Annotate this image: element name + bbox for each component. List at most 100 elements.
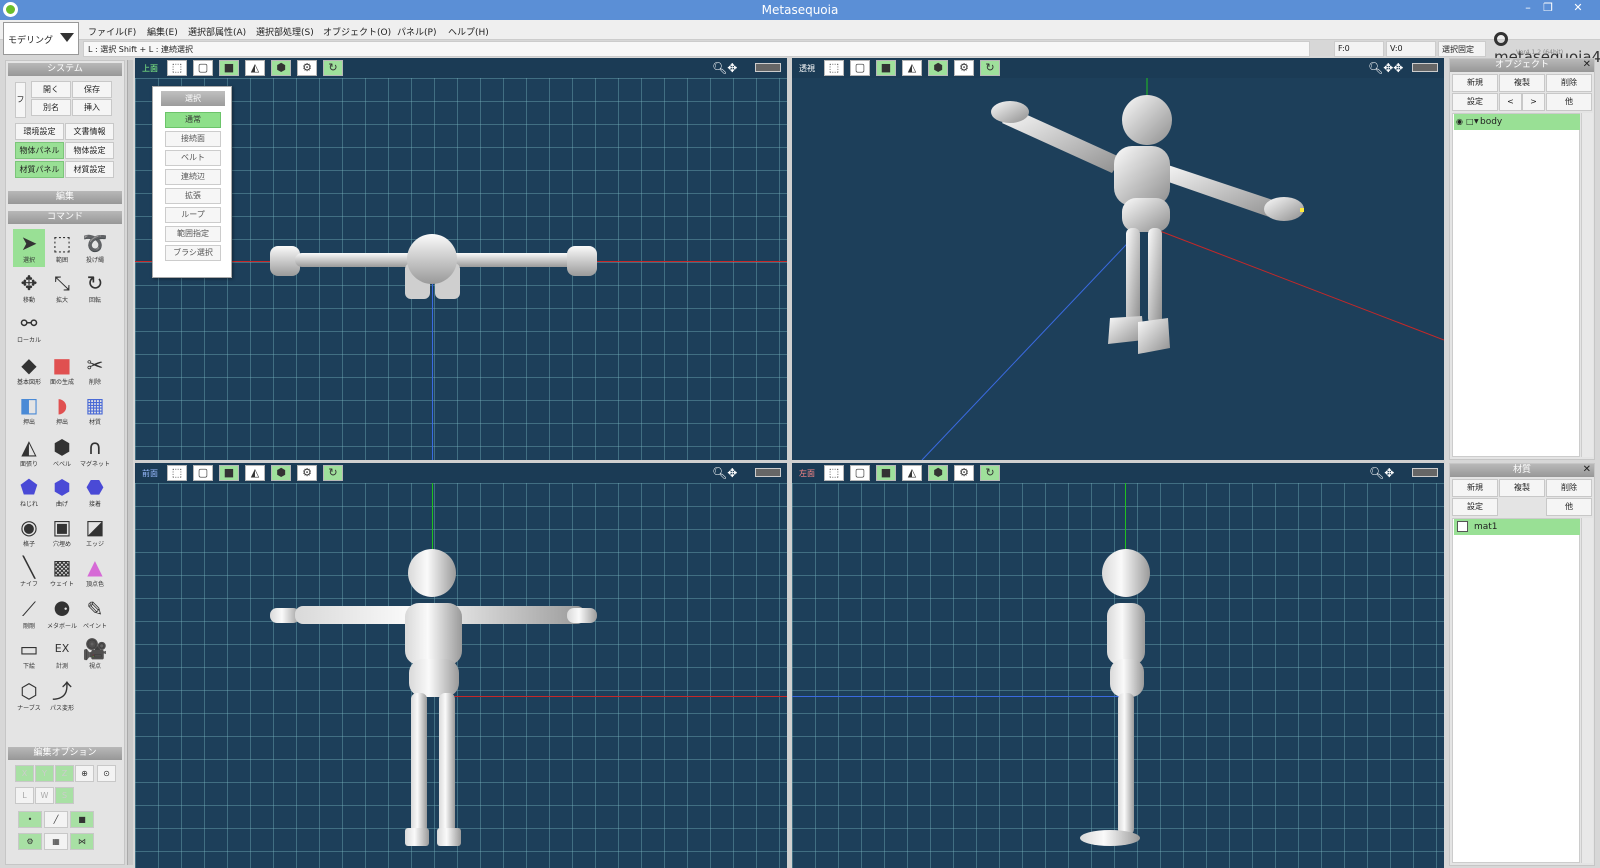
insert-button[interactable]: 挿入 <box>72 99 112 116</box>
grid-mode-icon[interactable]: ▦ <box>44 833 68 850</box>
open-button[interactable]: 開く <box>31 81 71 98</box>
material-settings-button[interactable]: 材質設定 <box>65 161 114 178</box>
tool-nurbs[interactable]: ⬡ ナーブス <box>13 677 45 715</box>
solid-face-icon[interactable]: ■ <box>876 465 896 481</box>
material-other-button[interactable]: 他 <box>1546 498 1592 516</box>
texture-icon[interactable]: ◭ <box>902 60 922 76</box>
tool-move[interactable]: ✥ 移動 <box>13 269 45 307</box>
top-view-label[interactable]: 上面 <box>140 63 160 74</box>
eye-icon[interactable]: ◉ <box>1456 114 1463 130</box>
solid-face-icon[interactable]: ■ <box>219 465 239 481</box>
axis-z-toggle[interactable]: Z <box>55 765 74 782</box>
material-list-scrollbar[interactable] <box>1581 518 1593 863</box>
material-panel-button[interactable]: 材質パネル <box>15 161 64 178</box>
select-connected-button[interactable]: 接続面 <box>165 131 221 147</box>
axis-x-toggle[interactable]: X <box>15 765 34 782</box>
select-expand-button[interactable]: 拡張 <box>165 188 221 204</box>
grid-corners-icon[interactable]: ⬚ <box>824 60 844 76</box>
minimize-icon[interactable]: – <box>1518 1 1538 14</box>
tool-viewpoint[interactable]: 🎥 視点 <box>79 635 111 673</box>
tool-weld[interactable]: ⬣ 接着 <box>79 473 111 511</box>
tool-rect[interactable]: ⬚ 範囲 <box>46 229 78 267</box>
vertex-mode-icon[interactable]: • <box>18 811 42 828</box>
select-brush-button[interactable]: ブラシ選択 <box>165 245 221 261</box>
object-other-button[interactable]: 他 <box>1546 93 1592 111</box>
zoom-icon[interactable]: 🔍︎✥✥ <box>1368 61 1403 75</box>
menu-attribute[interactable]: 選択部属性(A) <box>188 25 246 38</box>
monitor-icon[interactable] <box>1412 468 1438 477</box>
gear-icon[interactable]: ⚙ <box>297 60 317 76</box>
material-item-mat1[interactable]: mat1 <box>1454 519 1580 535</box>
tool-sculpt[interactable]: ⟋ 剛剛 <box>13 595 45 633</box>
space-screen-toggle[interactable]: S <box>55 787 74 804</box>
gear-icon[interactable]: ⚙ <box>954 465 974 481</box>
menu-process[interactable]: 選択部処理(S) <box>256 25 314 38</box>
solid-face-icon[interactable]: ■ <box>219 60 239 76</box>
tool-twist[interactable]: ⬟ ねじれ <box>13 473 45 511</box>
tool-weight[interactable]: ▩ ウェイト <box>46 553 78 591</box>
refresh-icon[interactable]: ↻ <box>980 60 1000 76</box>
gear-icon[interactable]: ⚙ <box>954 60 974 76</box>
save-button[interactable]: 保存 <box>72 81 112 98</box>
zoom-icon[interactable]: 🔍︎✥ <box>1369 466 1394 480</box>
tool-magnet[interactable]: ∩ マグネット <box>79 433 111 471</box>
wire-cube-icon[interactable]: ⬢ <box>271 465 291 481</box>
object-next-button[interactable]: > <box>1522 93 1545 111</box>
select-range-button[interactable]: 範囲指定 <box>165 226 221 242</box>
frame-icon[interactable]: ▢ <box>193 465 213 481</box>
axis-y-toggle[interactable]: Y <box>35 765 54 782</box>
solid-face-icon[interactable]: ■ <box>876 60 896 76</box>
refresh-icon[interactable]: ↻ <box>980 465 1000 481</box>
tool-metaball[interactable]: ⚈ メタボール <box>46 595 78 633</box>
object-prev-button[interactable]: < <box>1499 93 1522 111</box>
object-settings-button[interactable]: 設定 <box>1452 93 1498 111</box>
tool-face-stretch[interactable]: ◭ 面張り <box>13 433 45 471</box>
zoom-icon[interactable]: 🔍︎✥ <box>712 61 737 75</box>
material-new-button[interactable]: 新規 <box>1452 479 1498 497</box>
front-view-label[interactable]: 前面 <box>140 468 160 479</box>
space-local-toggle[interactable]: L <box>15 787 34 804</box>
select-belt-button[interactable]: ベルト <box>165 150 221 166</box>
object-settings-button[interactable]: 物体設定 <box>65 142 114 159</box>
menu-panel[interactable]: パネル(P) <box>397 25 436 38</box>
object-delete-button[interactable]: 削除 <box>1546 74 1592 92</box>
menu-object[interactable]: オブジェクト(O) <box>323 25 391 38</box>
menu-file[interactable]: ファイル(F) <box>88 25 136 38</box>
frame-icon[interactable]: ▢ <box>850 465 870 481</box>
preferences-button[interactable]: 環境設定 <box>15 123 64 140</box>
mirror-mode-icon[interactable]: ⋈ <box>70 833 94 850</box>
perspective-view-label[interactable]: 透視 <box>797 63 817 74</box>
tool-measure[interactable]: EX 計測 <box>46 635 78 673</box>
tool-bend[interactable]: ⬢ 曲げ <box>46 473 78 511</box>
system-side-tab[interactable]: フ <box>15 82 26 118</box>
tool-scale[interactable]: ⤡ 拡大 <box>46 269 78 307</box>
tool-fill-hole[interactable]: ▣ 穴埋め <box>46 513 78 551</box>
texture-icon[interactable]: ◭ <box>245 60 265 76</box>
object-duplicate-button[interactable]: 複製 <box>1499 74 1545 92</box>
save-as-button[interactable]: 別名 <box>31 99 71 116</box>
tool-edge[interactable]: ◪ エッジ <box>79 513 111 551</box>
tool-bevel[interactable]: ⬢ ベベル <box>46 433 78 471</box>
space-world-toggle[interactable]: W <box>35 787 54 804</box>
grid-corners-icon[interactable]: ⬚ <box>167 465 187 481</box>
gear-icon[interactable]: ⚙ <box>297 465 317 481</box>
tool-path-deform[interactable]: ⤴ パス変形 <box>46 677 78 715</box>
tool-underlay[interactable]: ▭ 下絵 <box>13 635 45 673</box>
close-icon[interactable]: ✕ <box>1583 464 1591 475</box>
tool-lasso[interactable]: ➰ 投げ縄 <box>79 229 111 267</box>
tool-paint[interactable]: ✎ ペイント <box>79 595 111 633</box>
chevron-down-icon[interactable]: ▼ <box>1474 114 1479 130</box>
texture-icon[interactable]: ◭ <box>902 465 922 481</box>
mode-selector[interactable]: モデリング <box>3 22 79 55</box>
side-view-label[interactable]: 左面 <box>797 468 817 479</box>
sym-mode-icon[interactable]: ⚙ <box>18 833 42 850</box>
tool-vertex-color[interactable]: ▲ 頂点色 <box>79 553 111 591</box>
select-edge-loop-button[interactable]: 連続辺 <box>165 169 221 185</box>
frame-icon[interactable]: ▢ <box>193 60 213 76</box>
select-loop-button[interactable]: ループ <box>165 207 221 223</box>
select-normal-button[interactable]: 通常 <box>165 112 221 128</box>
edge-mode-icon[interactable]: ╱ <box>44 811 68 828</box>
material-settings-button[interactable]: 設定 <box>1452 498 1498 516</box>
snap-add-icon[interactable]: ⊕ <box>75 765 94 782</box>
material-duplicate-button[interactable]: 複製 <box>1499 479 1545 497</box>
